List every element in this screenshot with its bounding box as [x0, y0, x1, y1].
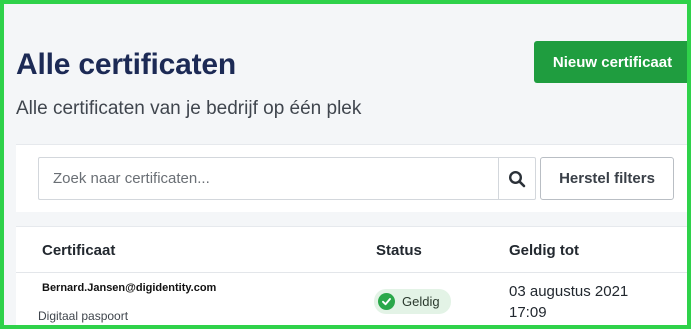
- check-circle-icon: [378, 293, 395, 310]
- reset-filters-button[interactable]: Herstel filters: [540, 157, 674, 200]
- status-label: Geldig: [402, 294, 440, 309]
- valid-until-date: 03 augustus 2021: [509, 283, 629, 300]
- column-header-status[interactable]: Status: [376, 242, 422, 259]
- search-panel: Herstel filters: [16, 144, 687, 212]
- app-frame: Alle certificaten Alle certificaten van …: [0, 0, 691, 329]
- certificate-email: Bernard.Jansen@digidentity.com: [42, 282, 217, 294]
- new-certificate-button[interactable]: Nieuw certificaat: [534, 41, 687, 83]
- status-badge: Geldig: [374, 289, 451, 314]
- column-header-valid-until[interactable]: Geldig tot: [509, 242, 579, 259]
- search-icon: [508, 170, 526, 187]
- column-header-certificate[interactable]: Certificaat: [42, 242, 115, 259]
- valid-until-time: 17:09: [509, 304, 547, 321]
- search-input[interactable]: [38, 157, 498, 200]
- page-title: Alle certificaten: [16, 48, 237, 81]
- certificates-table: Certificaat Status Geldig tot Bernard.Ja…: [16, 226, 687, 325]
- header-divider: [16, 272, 687, 273]
- certificate-type: Digitaal paspoort: [38, 309, 129, 323]
- search-button[interactable]: [498, 157, 536, 200]
- page-subtitle: Alle certificaten van je bedrijf op één …: [16, 98, 362, 119]
- valid-until: 03 augustus 2021 17:09: [509, 281, 628, 323]
